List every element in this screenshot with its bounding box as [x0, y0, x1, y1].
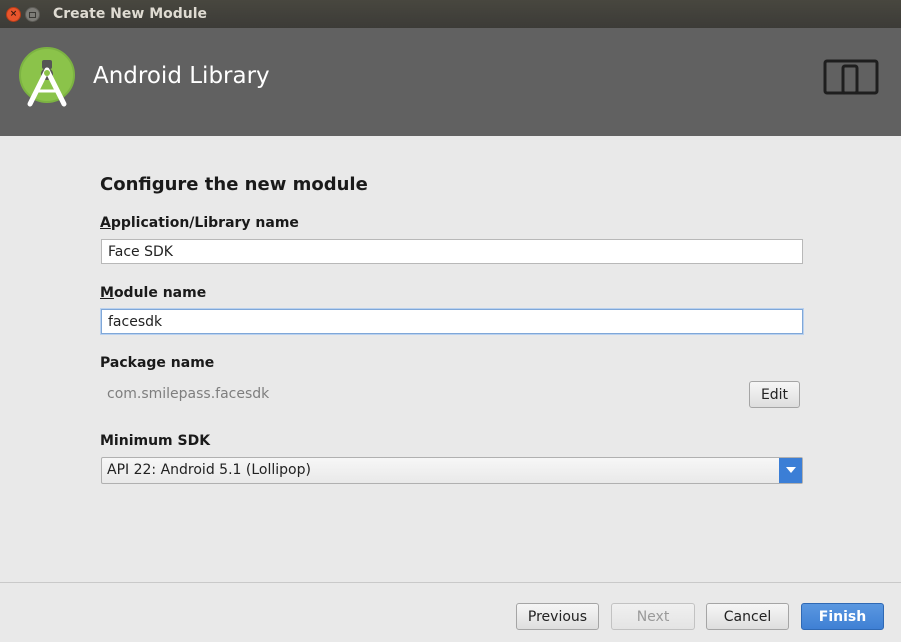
cancel-button[interactable]: Cancel: [706, 603, 789, 630]
previous-button[interactable]: Previous: [516, 603, 599, 630]
chevron-down-icon: [785, 467, 796, 473]
android-studio-logo-icon: [19, 47, 75, 107]
maximize-icon: [29, 11, 36, 18]
package-name-value: com.smilepass.facesdk: [107, 386, 270, 402]
phone-tablet-icon: [823, 59, 879, 95]
window-maximize-button[interactable]: [25, 7, 40, 22]
dropdown-arrow[interactable]: [779, 458, 802, 483]
app-name-field[interactable]: [101, 239, 803, 264]
edit-package-button[interactable]: Edit: [749, 381, 800, 408]
wizard-title: Android Library: [93, 63, 270, 89]
min-sdk-selected-value: API 22: Android 5.1 (Lollipop): [107, 462, 311, 478]
window-close-button[interactable]: ×: [6, 7, 21, 22]
section-title: Configure the new module: [100, 174, 368, 195]
module-name-field[interactable]: [101, 309, 803, 334]
min-sdk-label: Minimum SDK: [100, 433, 211, 449]
module-name-label: Module name: [100, 285, 207, 301]
wizard-content: Configure the new module Application/Lib…: [0, 136, 901, 582]
wizard-header: Android Library: [0, 28, 901, 136]
window-title: Create New Module: [53, 6, 208, 22]
next-button[interactable]: Next: [611, 603, 695, 630]
wizard-footer: Previous Next Cancel Finish: [0, 583, 901, 642]
finish-button[interactable]: Finish: [801, 603, 884, 630]
window-titlebar: × Create New Module: [0, 0, 901, 28]
app-name-label: Application/Library name: [100, 215, 299, 231]
close-icon: ×: [9, 9, 18, 19]
min-sdk-dropdown[interactable]: API 22: Android 5.1 (Lollipop): [101, 457, 803, 484]
package-name-label: Package name: [100, 355, 215, 371]
